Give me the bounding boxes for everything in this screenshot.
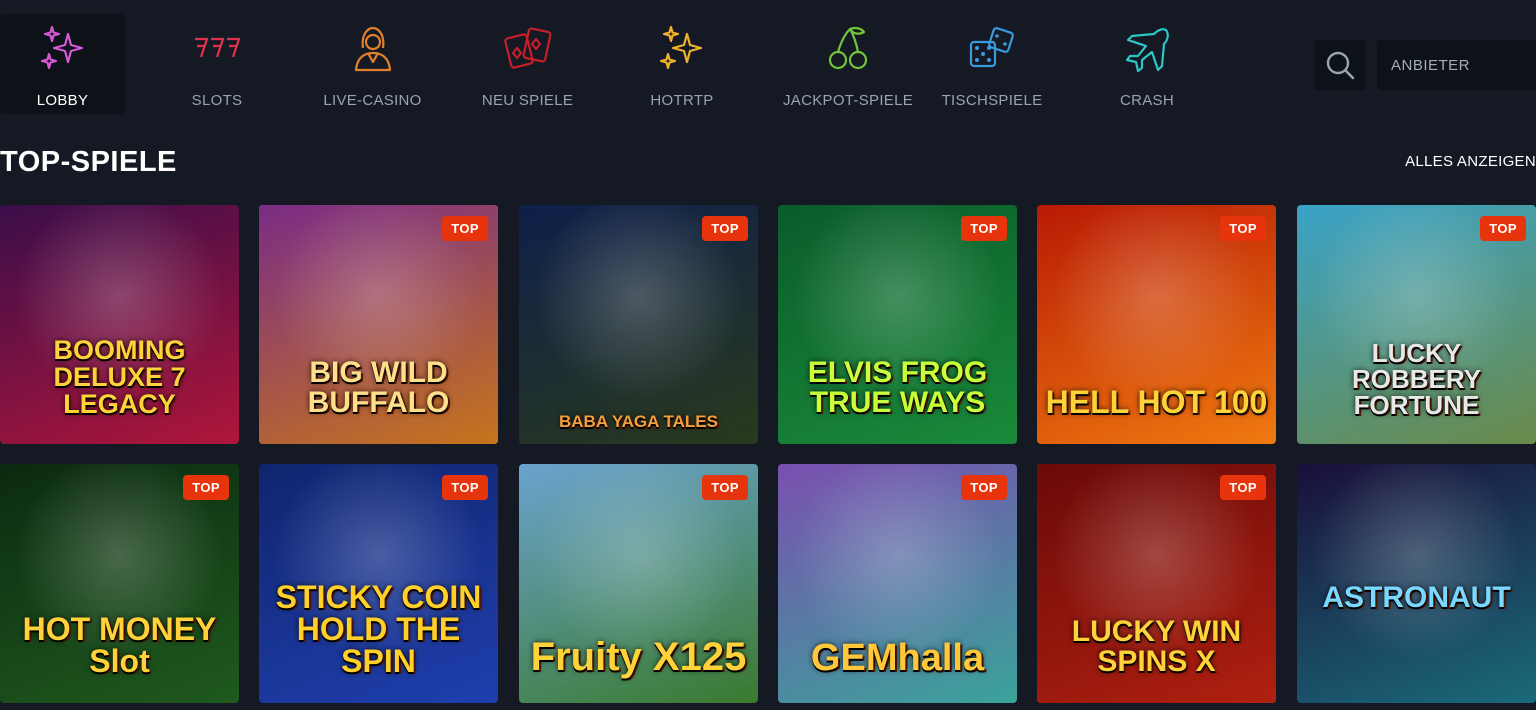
game-card[interactable]: BIG WILD BUFFALO TOP [259,205,498,444]
game-card[interactable]: ELVIS FROG TRUE WAYS TOP [778,205,1017,444]
nav-item-lobby[interactable]: LOBBY [0,14,125,114]
dice-icon [965,22,1019,76]
top-badge: TOP [183,475,229,500]
nav-label: HOTRTP [650,92,714,109]
nav-label: LOBBY [36,92,89,109]
game-title: BIG WILD BUFFALO [307,356,450,419]
top-badge: TOP [702,216,748,241]
top-badge: TOP [961,216,1007,241]
game-card[interactable]: BOOMING DELUXE 7 LEGACY [0,205,239,444]
game-title: ELVIS FROG TRUE WAYS [807,356,988,419]
nav-item-tischspiele[interactable]: TISCHSPIELE [932,14,1052,114]
nav-label: TISCHSPIELE [941,92,1043,109]
top-badge: TOP [961,475,1007,500]
nav-label: NEU SPIELE [481,92,574,109]
game-title: LUCKY ROBBERY FORTUNE [1351,338,1482,420]
nav-item-slots[interactable]: SLOTS [157,14,277,114]
top-badge: TOP [702,475,748,500]
top-badge: TOP [442,216,488,241]
top-badge: TOP [1220,216,1266,241]
nav-item-crash[interactable]: CRASH [1087,14,1207,114]
section-title: TOP-SPIELE [0,146,177,178]
nav-label: JACKPOT-SPIELE [782,92,914,109]
game-title: STICKY COIN HOLD THE SPIN [275,579,482,679]
dealer-icon [346,22,400,76]
game-title: HELL HOT 100 [1045,384,1268,420]
triple-seven-icon [190,22,244,76]
top-badge: TOP [1220,475,1266,500]
nav-item-neu-spiele[interactable]: NEU SPIELE [465,14,590,114]
game-card[interactable]: HOT MONEY Slot TOP [0,464,239,703]
sparkles-icon [36,22,90,76]
airplane-icon [1120,22,1174,76]
game-title: Fruity X125 [530,635,747,679]
game-card[interactable]: GEMhalla TOP [778,464,1017,703]
casino-lobby-page: LOBBY SLOTS LIVE-CASINO NEU SPIELE HOTRT… [0,0,1536,710]
game-card[interactable]: HELL HOT 100 TOP [1037,205,1276,444]
game-title: GEMhalla [810,637,985,679]
top-badge: TOP [442,475,488,500]
provider-filter[interactable]: ANBIETER [1377,40,1536,90]
nav-label: LIVE-CASINO [323,92,422,109]
cherries-icon [821,22,875,76]
nav-item-jackpot-spiele[interactable]: JACKPOT-SPIELE [783,14,913,114]
game-card[interactable]: ASTRONAUT [1297,464,1536,703]
top-badge: TOP [1480,216,1526,241]
show-all-link[interactable]: ALLES ANZEIGEN [1405,153,1536,170]
category-nav: LOBBY SLOTS LIVE-CASINO NEU SPIELE HOTRT… [0,14,1536,116]
nav-label: CRASH [1119,92,1174,109]
search-icon [1326,51,1355,80]
game-card[interactable]: LUCKY ROBBERY FORTUNE TOP [1297,205,1536,444]
game-card[interactable]: BABA YAGA TALES TOP [519,205,758,444]
game-card[interactable]: STICKY COIN HOLD THE SPIN TOP [259,464,498,703]
game-card[interactable]: Fruity X125 TOP [519,464,758,703]
game-card[interactable]: LUCKY WIN SPINS X TOP [1037,464,1276,703]
sparkles-icon [655,22,709,76]
game-title: ASTRONAUT [1322,581,1511,614]
playing-cards-icon [501,22,555,76]
game-title: HOT MONEY Slot [22,611,217,679]
nav-label: SLOTS [191,92,243,109]
game-title: BOOMING DELUXE 7 LEGACY [53,335,186,419]
nav-item-hotrtp[interactable]: HOTRTP [622,14,742,114]
search-button[interactable] [1314,40,1366,90]
game-title: LUCKY WIN SPINS X [1071,615,1242,678]
nav-item-live-casino[interactable]: LIVE-CASINO [310,14,435,114]
game-title: BABA YAGA TALES [558,412,718,431]
provider-filter-label: ANBIETER [1391,56,1471,74]
